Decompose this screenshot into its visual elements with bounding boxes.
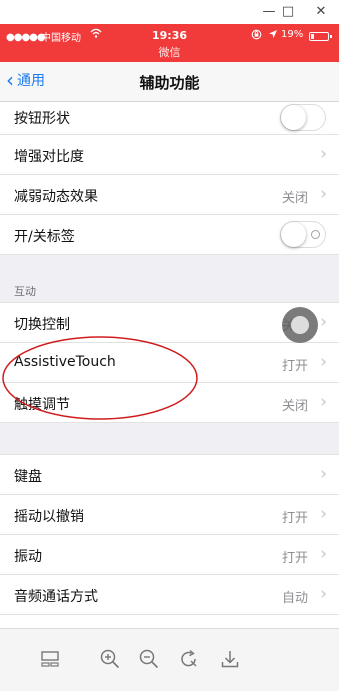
row-increase-contrast[interactable]: 增强对比度 › [0, 135, 339, 175]
section-header-interaction: 互动 [0, 255, 339, 303]
row-button-shapes[interactable]: 按钮形状 [0, 102, 339, 135]
toggle-switch[interactable] [280, 221, 326, 248]
row-value: 打开 [281, 511, 308, 526]
app-name: 微信 [158, 46, 181, 59]
chevron-right-icon: › [320, 144, 327, 164]
row-label: 开/关标签 [14, 229, 75, 245]
section-title: 互动 [14, 285, 36, 298]
battery-level [311, 34, 314, 39]
chevron-right-icon: › [320, 184, 327, 204]
row-reduce-motion[interactable]: 减弱动态效果 关闭 › [0, 175, 339, 215]
zoom-in-icon[interactable] [98, 647, 122, 671]
row-value: 关闭 [281, 191, 308, 206]
row-label: 音频通话方式 [14, 589, 98, 605]
row-label: 减弱动态效果 [14, 189, 98, 205]
section-gap [0, 423, 339, 455]
download-icon[interactable] [218, 647, 242, 671]
chevron-right-icon: › [320, 312, 327, 332]
battery-tip [330, 35, 332, 38]
row-keyboard[interactable]: 键盘 › [0, 455, 339, 495]
row-label: 按钮形状 [14, 111, 70, 127]
status-bar: ●●●●● 中国移动 19:36 微信 19% [0, 24, 339, 62]
battery-icon [309, 32, 329, 41]
toggle-knob [281, 105, 306, 130]
chevron-right-icon: › [320, 544, 327, 564]
location-icon [268, 29, 278, 42]
chevron-right-icon: › [320, 352, 327, 372]
layout-icon[interactable] [38, 647, 62, 671]
toggle-knob [281, 222, 306, 247]
row-label: 振动 [14, 549, 42, 565]
row-shake-to-undo[interactable]: 摇动以撤销 打开 › [0, 495, 339, 535]
row-value: 关闭 [281, 399, 308, 414]
maximize-button[interactable]: □ [273, 0, 303, 24]
row-value: 打开 [281, 359, 308, 374]
chevron-right-icon: › [320, 464, 327, 484]
row-value: 打开 [281, 551, 308, 566]
row-label: 键盘 [14, 469, 42, 485]
window-title-bar: — □ ✕ [0, 0, 339, 24]
chevron-right-icon: › [320, 392, 327, 412]
row-vibration[interactable]: 振动 打开 › [0, 535, 339, 575]
assistivetouch-inner-icon [291, 316, 309, 334]
page-title: 辅助功能 [139, 74, 200, 92]
navigation-bar: ‹ 通用 辅助功能 [0, 62, 339, 102]
close-button[interactable]: ✕ [306, 0, 336, 24]
row-label: 切换控制 [14, 317, 70, 333]
row-value: 自动 [281, 591, 308, 606]
toggle-switch[interactable] [280, 104, 326, 131]
battery-percent: 19% [281, 29, 304, 40]
chevron-right-icon: › [320, 584, 327, 604]
chevron-right-icon: › [320, 504, 327, 524]
row-assistivetouch[interactable]: AssistiveTouch 打开 › [0, 343, 339, 383]
off-label-icon [311, 230, 320, 239]
row-label: 摇动以撤销 [14, 509, 84, 525]
assistivetouch-floating-button[interactable] [282, 307, 318, 343]
row-label: AssistiveTouch [14, 354, 116, 370]
row-call-audio-routing[interactable]: 音频通话方式 自动 › [0, 575, 339, 615]
row-touch-accommodations[interactable]: 触摸调节 关闭 › [0, 383, 339, 423]
settings-list: 按钮形状 增强对比度 › 减弱动态效果 关闭 › 开/关标签 互动 切换控制 关… [0, 102, 339, 615]
row-on-off-labels[interactable]: 开/关标签 [0, 215, 339, 255]
row-label: 触摸调节 [14, 397, 70, 413]
rotate-icon[interactable] [177, 647, 201, 671]
row-label: 增强对比度 [14, 149, 84, 165]
viewer-toolbar [0, 628, 339, 691]
zoom-out-icon[interactable] [137, 647, 161, 671]
orientation-lock-icon [251, 29, 262, 43]
